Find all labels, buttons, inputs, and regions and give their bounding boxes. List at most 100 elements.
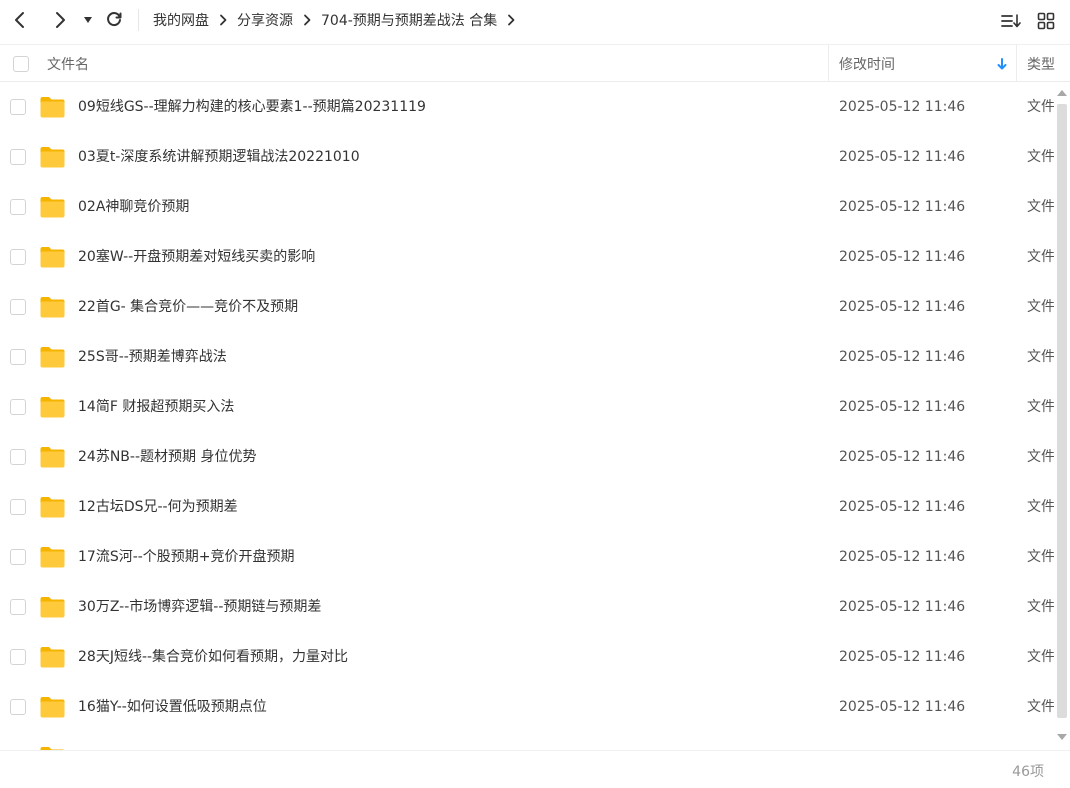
- table-row[interactable]: 22首G- 集合竞价——竞价不及预期 2025-05-12 11:46 文件夹: [0, 282, 1054, 332]
- file-type: 文件夹: [1027, 399, 1054, 415]
- table-row[interactable]: 24苏NB--题材预期 身位优势 2025-05-12 11:46 文件夹: [0, 432, 1054, 482]
- row-checkbox[interactable]: [10, 199, 26, 215]
- folder-icon: [39, 645, 66, 669]
- row-checkbox[interactable]: [10, 399, 26, 415]
- folder-icon: [39, 195, 66, 219]
- folder-icon: [39, 695, 66, 719]
- file-name[interactable]: 25S哥--预期差博弈战法: [78, 332, 227, 382]
- column-divider: [828, 45, 829, 82]
- history-dropdown-button[interactable]: [74, 6, 102, 34]
- file-modified-time: 2025-05-12 11:46: [839, 249, 966, 265]
- table-row[interactable]: 03夏t-深度系统讲解预期逻辑战法20221010 2025-05-12 11:4…: [0, 132, 1054, 182]
- file-modified-time: 2025-05-12 11:46: [839, 549, 966, 565]
- file-name[interactable]: 22首G- 集合竞价——竞价不及预期: [78, 282, 298, 332]
- row-checkbox[interactable]: [10, 99, 26, 115]
- column-header-time[interactable]: 修改时间: [839, 45, 895, 82]
- forward-button[interactable]: [46, 6, 74, 34]
- table-row[interactable]: 30万Z--市场博弈逻辑--预期链与预期差 2025-05-12 11:46 文件夹: [0, 582, 1054, 632]
- refresh-icon: [107, 12, 122, 27]
- back-button[interactable]: [6, 6, 34, 34]
- file-name[interactable]: 09短线GS--理解力构建的核心要素1--预期篇20231119: [78, 82, 426, 132]
- file-modified-time: 2025-05-12 11:46: [839, 399, 966, 415]
- item-count: 46项: [1012, 764, 1044, 780]
- row-checkbox[interactable]: [10, 249, 26, 265]
- file-name[interactable]: 20塞W--开盘预期差对短线买卖的影响: [78, 232, 315, 282]
- select-all-checkbox[interactable]: [13, 45, 29, 82]
- scroll-down-icon[interactable]: [1056, 732, 1068, 742]
- file-name[interactable]: 28天J短线--集合竞价如何看预期，力量对比: [78, 632, 348, 682]
- file-modified-time: 2025-05-12 11:46: [839, 149, 966, 165]
- folder-icon: [39, 395, 66, 419]
- file-type: 文件夹: [1027, 149, 1054, 165]
- folder-icon: [39, 345, 66, 369]
- table-row[interactable]: 28天J短线--集合竞价如何看预期，力量对比 2025-05-12 11:46 文件…: [0, 632, 1054, 682]
- row-checkbox[interactable]: [10, 699, 26, 715]
- row-checkbox[interactable]: [10, 549, 26, 565]
- arrow-down-icon[interactable]: [997, 45, 1007, 82]
- chevron-right-icon: [56, 12, 65, 28]
- folder-icon: [39, 245, 66, 269]
- file-name[interactable]: 03夏t-深度系统讲解预期逻辑战法20221010: [78, 132, 360, 182]
- file-modified-time: 2025-05-12 11:46: [839, 499, 966, 515]
- chevron-right-icon[interactable]: [507, 14, 515, 26]
- scroll-thumb[interactable]: [1057, 104, 1067, 718]
- scrollbar[interactable]: [1054, 86, 1070, 746]
- table-row[interactable]: 14简F 财报超预期买入法 2025-05-12 11:46 文件夹: [0, 382, 1054, 432]
- file-name[interactable]: 14简F 财报超预期买入法: [78, 382, 234, 432]
- refresh-button[interactable]: [100, 6, 128, 34]
- breadcrumb: 我的网盘 分享资源 704-预期与预期差战法 合集: [153, 0, 525, 40]
- sort-button[interactable]: [998, 8, 1024, 34]
- folder-icon: [39, 545, 66, 569]
- table-row[interactable]: 25S哥--预期差博弈战法 2025-05-12 11:46 文件夹: [0, 332, 1054, 382]
- folder-icon: [39, 145, 66, 169]
- row-checkbox[interactable]: [10, 649, 26, 665]
- chevron-right-icon: [219, 14, 227, 26]
- breadcrumb-item-shared[interactable]: 分享资源: [237, 10, 293, 30]
- table-row[interactable]: [0, 732, 1054, 750]
- file-type: 文件夹: [1027, 299, 1054, 315]
- row-checkbox[interactable]: [10, 499, 26, 515]
- table-row[interactable]: 09短线GS--理解力构建的核心要素1--预期篇20231119 2025-05-…: [0, 82, 1054, 132]
- file-type: 文件夹: [1027, 599, 1054, 615]
- breadcrumb-item-current[interactable]: 704-预期与预期差战法 合集: [321, 10, 497, 30]
- file-type: 文件夹: [1027, 499, 1054, 515]
- folder-icon: [39, 445, 66, 469]
- file-type: 文件夹: [1027, 99, 1054, 115]
- file-name[interactable]: 17流S河--个股预期+竞价开盘预期: [78, 532, 295, 582]
- file-type: 文件夹: [1027, 549, 1054, 565]
- file-type: 文件夹: [1027, 199, 1054, 215]
- table-row[interactable]: 20塞W--开盘预期差对短线买卖的影响 2025-05-12 11:46 文件夹: [0, 232, 1054, 282]
- folder-icon: [39, 95, 66, 119]
- file-modified-time: 2025-05-12 11:46: [839, 649, 966, 665]
- row-checkbox[interactable]: [10, 349, 26, 365]
- file-name[interactable]: 30万Z--市场博弈逻辑--预期链与预期差: [78, 582, 321, 632]
- grid-view-button[interactable]: [1033, 8, 1059, 34]
- row-checkbox[interactable]: [10, 299, 26, 315]
- table-row[interactable]: 02A神聊竞价预期 2025-05-12 11:46 文件夹: [0, 182, 1054, 232]
- file-list-header: 文件名 修改时间 类型: [0, 44, 1070, 82]
- file-modified-time: 2025-05-12 11:46: [839, 699, 966, 715]
- file-type: 文件夹: [1027, 449, 1054, 465]
- column-header-name[interactable]: 文件名: [47, 45, 89, 82]
- file-modified-time: 2025-05-12 11:46: [839, 199, 966, 215]
- column-header-type[interactable]: 类型: [1027, 45, 1055, 82]
- row-checkbox[interactable]: [10, 599, 26, 615]
- table-row[interactable]: 12古坛DS兄--何为预期差 2025-05-12 11:46 文件夹: [0, 482, 1054, 532]
- breadcrumb-item-root[interactable]: 我的网盘: [153, 10, 209, 30]
- scroll-up-icon[interactable]: [1056, 88, 1068, 98]
- folder-icon: [39, 495, 66, 519]
- file-name[interactable]: 02A神聊竞价预期: [78, 182, 189, 232]
- table-row[interactable]: 16猫Y--如何设置低吸预期点位 2025-05-12 11:46 文件夹: [0, 682, 1054, 732]
- file-name[interactable]: 24苏NB--题材预期 身位优势: [78, 432, 256, 482]
- file-name[interactable]: 12古坛DS兄--何为预期差: [78, 482, 238, 532]
- folder-icon: [39, 295, 66, 319]
- file-modified-time: 2025-05-12 11:46: [839, 349, 966, 365]
- status-bar: 46项: [0, 750, 1070, 788]
- chevron-left-icon: [15, 12, 24, 28]
- table-row[interactable]: 17流S河--个股预期+竞价开盘预期 2025-05-12 11:46 文件夹: [0, 532, 1054, 582]
- file-type: 文件夹: [1027, 249, 1054, 265]
- toolbar-divider: [138, 9, 139, 31]
- row-checkbox[interactable]: [10, 149, 26, 165]
- row-checkbox[interactable]: [10, 449, 26, 465]
- file-name[interactable]: 16猫Y--如何设置低吸预期点位: [78, 682, 267, 732]
